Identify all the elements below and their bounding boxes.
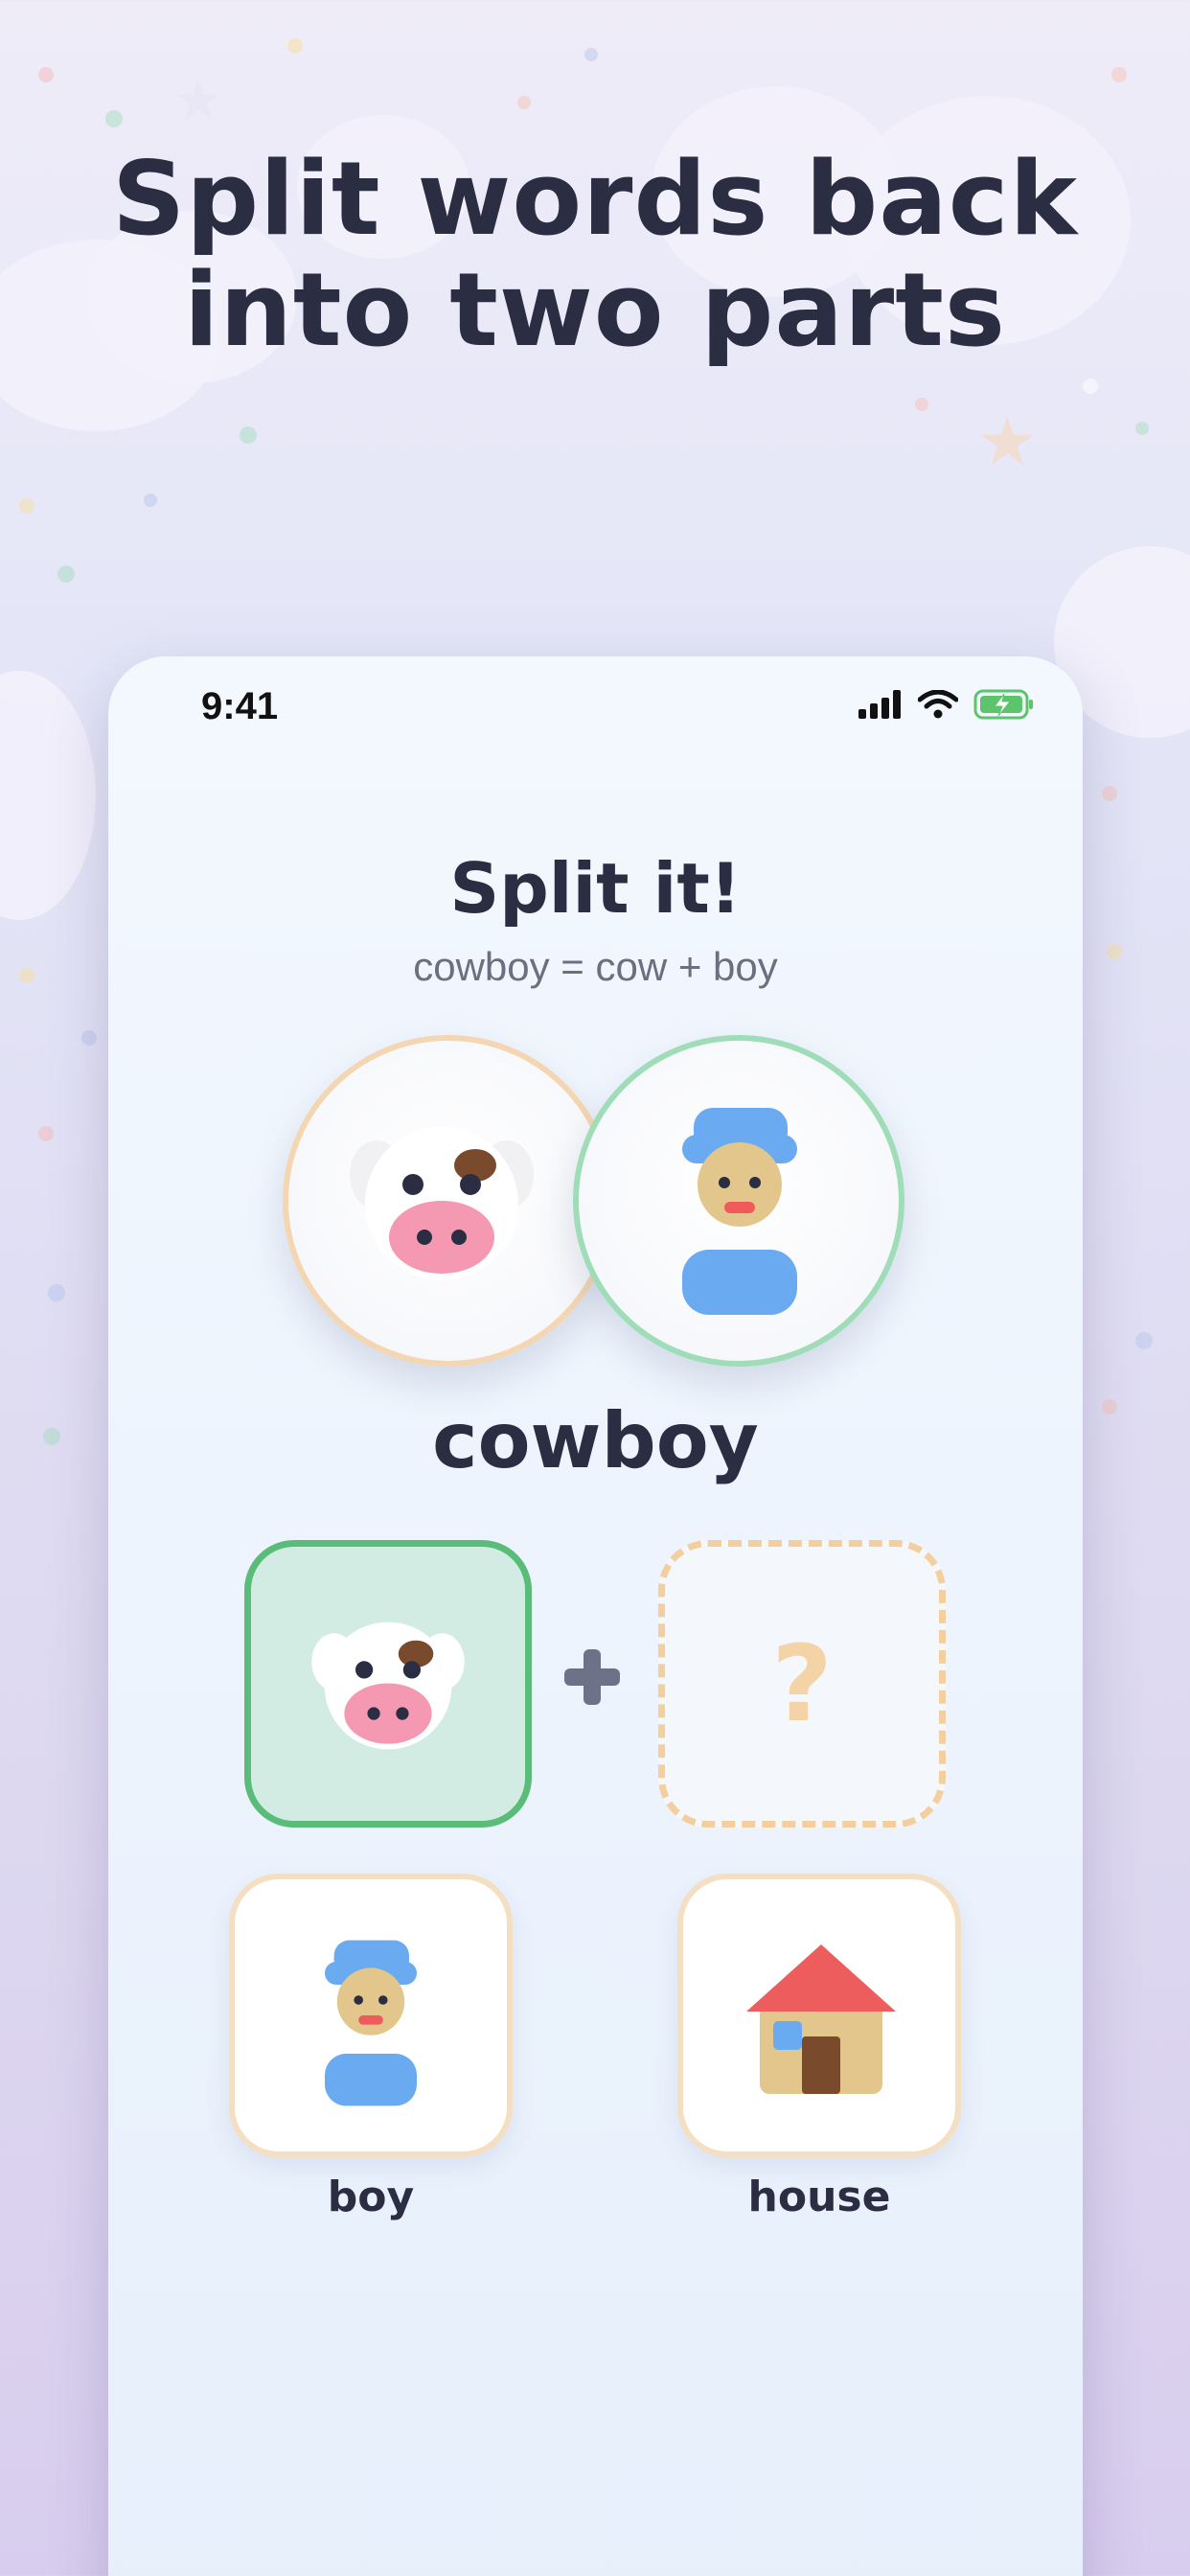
phone-screen: 9:41 Split it! cowboy = cow + boy cowboy… [108,656,1083,2576]
cow-icon [346,1117,538,1290]
wifi-icon [918,690,958,719]
question-mark: ? [771,1622,833,1745]
status-time: 9:41 [201,685,279,727]
cow-icon [309,1614,468,1758]
dot-decoration [144,494,157,507]
dot-decoration [57,565,75,583]
status-icons [858,689,1035,720]
dot-decoration [38,67,54,82]
compound-word: cowboy [432,1396,759,1485]
boy-icon [325,1939,424,2107]
cloud-decoration [0,671,96,920]
dot-decoration [19,498,34,514]
dot-decoration [1135,422,1149,435]
dot-decoration [517,96,531,109]
dot-decoration [48,1284,65,1301]
headline-line-1: Split words back [111,140,1079,258]
dot-decoration [240,426,257,444]
screen-title: Split it! [449,848,742,929]
option-card-boy[interactable] [229,1874,513,2157]
dot-decoration [1107,944,1122,959]
option-card-house[interactable] [677,1874,961,2157]
plus-icon [559,1644,626,1711]
dot-decoration [1102,786,1117,801]
dot-decoration [1102,1399,1117,1414]
dot-decoration [1083,379,1098,394]
headline-line-2: into two parts [184,251,1006,369]
dot-decoration [584,48,598,61]
dot-decoration [287,38,303,54]
dot-decoration [915,398,928,411]
dot-decoration [38,1126,54,1141]
dot-decoration [1111,67,1127,82]
dot-decoration [43,1428,60,1445]
boy-icon [682,1106,807,1317]
star-decoration: ★ [977,402,1038,481]
option-label-boy: boy [327,2173,415,2221]
dot-decoration [19,968,34,983]
dot-decoration [1135,1332,1153,1349]
word-equation: cowboy = cow + boy [413,944,778,989]
cellular-signal-icon [858,690,903,719]
star-decoration: ★ [172,67,224,134]
marketing-headline: Split words back into two parts [0,144,1190,366]
dot-decoration [105,110,123,127]
option-label-house: house [747,2173,891,2221]
answer-slot-1[interactable] [244,1540,532,1828]
battery-charging-icon [973,689,1035,720]
dot-decoration [81,1030,97,1046]
cow-picture-circle [283,1035,614,1367]
house-icon [744,1943,898,2096]
answer-slot-2[interactable]: ? [658,1540,946,1828]
boy-picture-circle [573,1035,904,1367]
